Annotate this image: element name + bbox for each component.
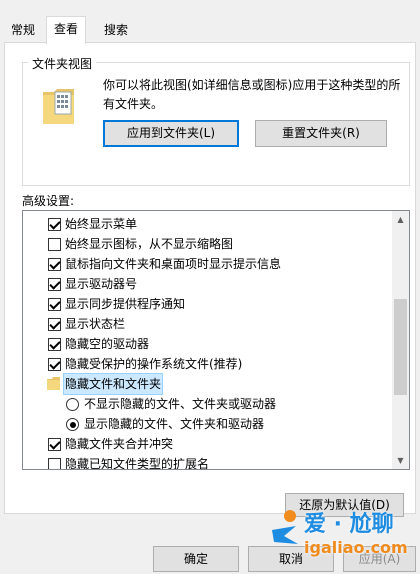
setting-label: 始终显示菜单	[65, 217, 138, 231]
watermark-brand: 爱 · 尬聊	[304, 512, 394, 537]
checkbox[interactable]	[48, 238, 61, 251]
checkbox[interactable]	[48, 258, 61, 271]
checkbox[interactable]	[48, 218, 61, 231]
setting-label: 鼠标指向文件夹和桌面项时显示提示信息	[65, 257, 282, 271]
checkbox[interactable]	[48, 318, 61, 331]
checkbox[interactable]	[48, 438, 61, 451]
tab-general[interactable]: 常规	[4, 18, 42, 42]
setting-label: 显示状态栏	[65, 317, 126, 331]
setting-group-label[interactable]: 隐藏文件和文件夹	[62, 373, 164, 395]
folder-view-icon	[43, 89, 74, 124]
watermark: 爱 · 尬聊 igaliao.com	[268, 500, 418, 566]
checkbox[interactable]	[48, 298, 61, 311]
setting-label: 显示同步提供程序通知	[65, 297, 186, 311]
scrollbar-thumb[interactable]	[394, 299, 407, 395]
advanced-settings-list[interactable]: 始终显示菜单 始终显示图标，从不显示缩略图 鼠标指向文件夹和桌面项时显示提示信息…	[22, 210, 410, 470]
folder-views-title: 文件夹视图	[28, 55, 97, 72]
setting-label: 不显示隐藏的文件、文件夹或驱动器	[84, 397, 277, 411]
vertical-scrollbar[interactable]: ▲ ▼	[392, 211, 409, 469]
setting-label: 隐藏已知文件类型的扩展名	[65, 457, 210, 470]
scroll-up-arrow-icon[interactable]: ▲	[392, 211, 409, 228]
setting-label: 始终显示图标，从不显示缩略图	[65, 237, 234, 251]
checkbox[interactable]	[48, 458, 61, 469]
setting-label: 隐藏空的驱动器	[65, 337, 150, 351]
reset-folders-button[interactable]: 重置文件夹(R)	[255, 120, 387, 147]
radio-button[interactable]	[66, 398, 79, 411]
ok-button[interactable]: 确定	[153, 546, 239, 572]
watermark-url: igaliao.com	[304, 538, 408, 557]
radio-button[interactable]	[66, 418, 79, 431]
folder-views-description: 你可以将此视图(如详细信息或图标)应用于这种类型的所有文件夹。	[103, 78, 401, 111]
advanced-settings-label: 高级设置:	[22, 194, 75, 208]
folder-icon	[47, 377, 60, 390]
setting-label: 隐藏受保护的操作系统文件(推荐)	[65, 357, 243, 371]
setting-label: 显示隐藏的文件、文件夹和驱动器	[84, 417, 265, 431]
watermark-logo-icon	[272, 510, 298, 544]
checkbox[interactable]	[48, 338, 61, 351]
checkbox[interactable]	[48, 278, 61, 291]
setting-label: 显示驱动器号	[65, 277, 138, 291]
tab-view[interactable]: 查看	[46, 16, 87, 44]
scroll-down-arrow-icon[interactable]: ▼	[392, 452, 409, 469]
checkbox[interactable]	[48, 358, 61, 371]
tab-search[interactable]: 搜索	[97, 18, 135, 42]
apply-to-folders-button[interactable]: 应用到文件夹(L)	[103, 120, 239, 147]
setting-label: 隐藏文件夹合并冲突	[65, 437, 174, 451]
